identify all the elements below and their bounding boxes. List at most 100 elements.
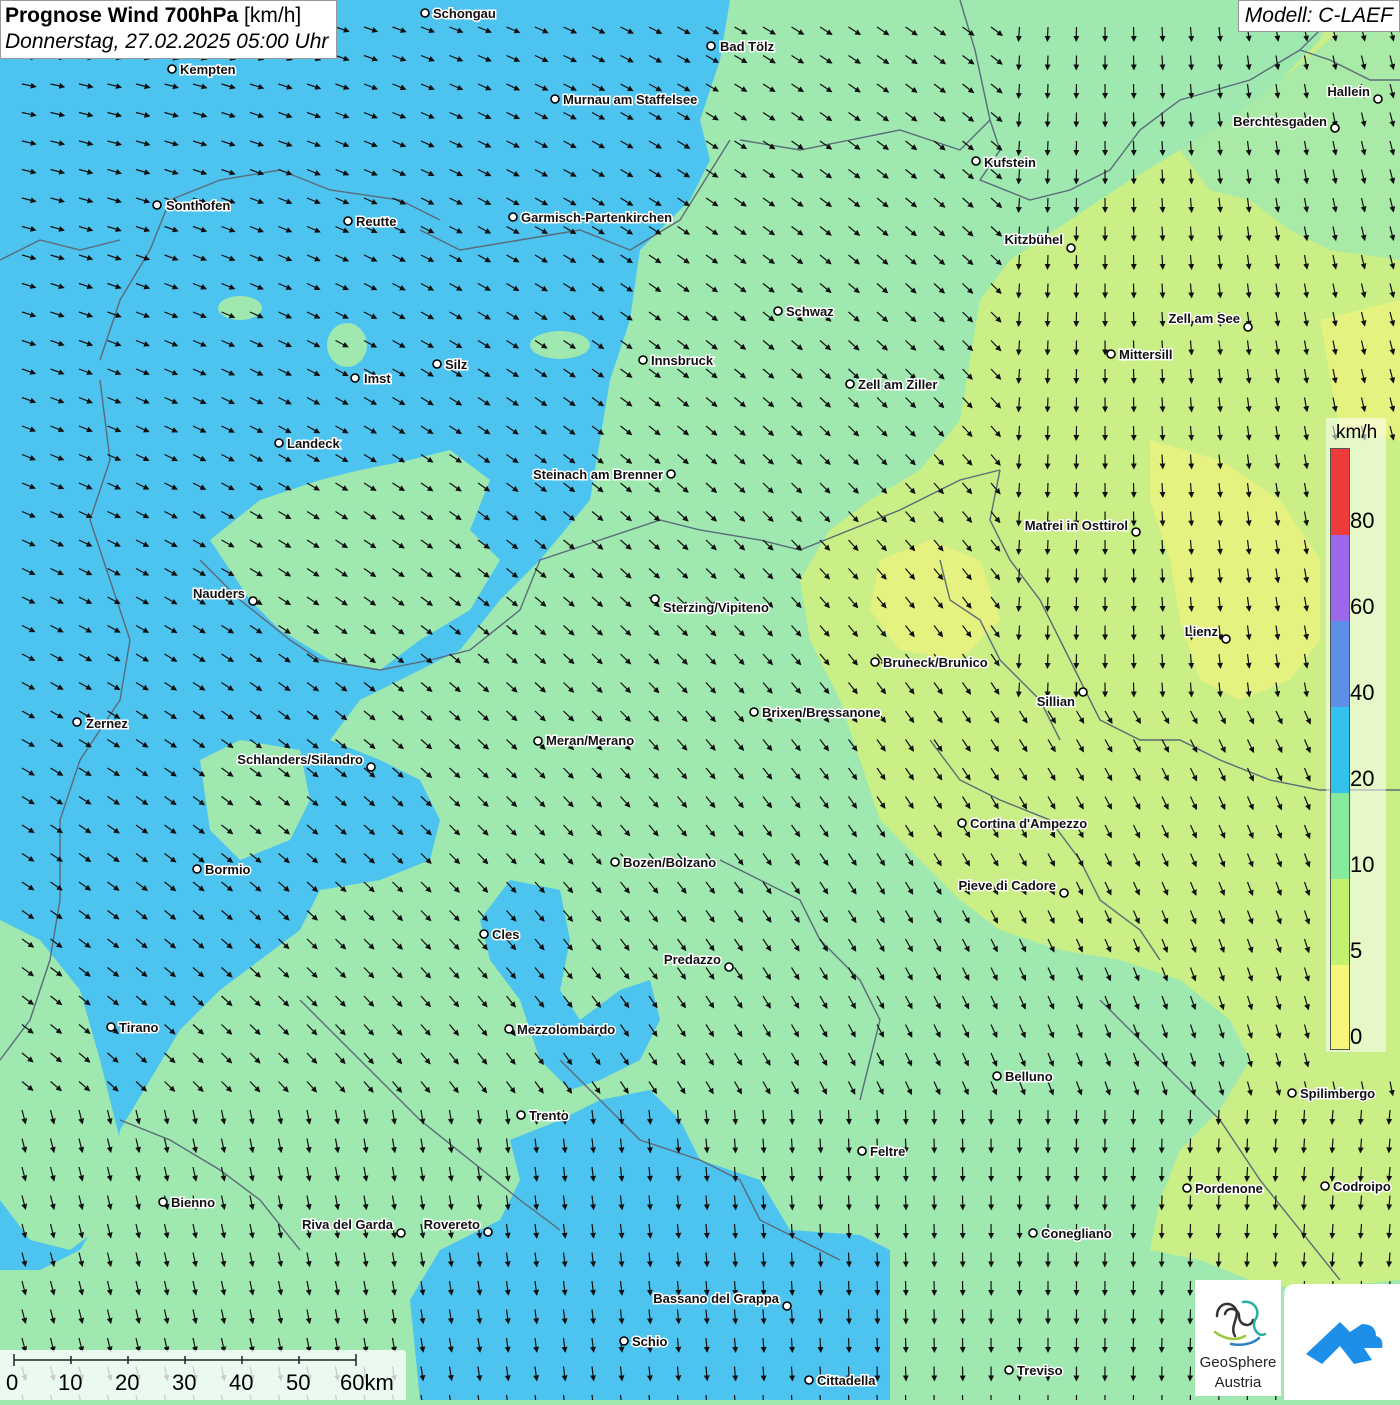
- geosphere-name: GeoSphere: [1195, 1354, 1281, 1371]
- city-label: Schwaz: [786, 304, 834, 319]
- city-marker: [168, 65, 176, 73]
- wind-arrow: [1047, 56, 1048, 70]
- wind-arrow: [820, 1167, 821, 1181]
- wind-arrow: [906, 1110, 907, 1124]
- city-marker: [993, 1072, 1001, 1080]
- city-marker: [1244, 323, 1252, 331]
- city-label: Predazzo: [664, 952, 721, 967]
- city-label: Steinach am Brenner: [533, 467, 663, 482]
- wind-arrow: [1047, 312, 1048, 326]
- wind-arrow: [849, 1110, 850, 1124]
- city-label: Matrei in Osttirol: [1025, 518, 1128, 533]
- city-label: Bad Tölz: [720, 39, 775, 54]
- wind-arrow: [1247, 1110, 1248, 1124]
- wind-arrow: [1275, 1139, 1276, 1153]
- wind-arrow: [1162, 398, 1163, 412]
- city-marker: [1107, 350, 1115, 358]
- wind-arrow: [849, 1196, 850, 1210]
- city-label: Imst: [364, 371, 391, 386]
- wind-arrow: [1162, 141, 1163, 155]
- wind-arrow: [1047, 540, 1048, 554]
- wind-arrow: [1162, 455, 1163, 469]
- city-label: Trento: [529, 1108, 569, 1123]
- city-marker: [707, 42, 715, 50]
- wind-arrow: [1047, 198, 1048, 212]
- city-marker: [1374, 95, 1382, 103]
- city-label: Kitzbühel: [1005, 232, 1064, 247]
- wind-arrow: [849, 1139, 850, 1153]
- city-marker: [367, 763, 375, 771]
- city-marker: [480, 930, 488, 938]
- mountain-cloud-icon: [1284, 1284, 1400, 1400]
- wind-arrow: [1275, 1224, 1276, 1238]
- city-marker: [1060, 889, 1068, 897]
- wind-arrow: [906, 1338, 907, 1352]
- city-marker: [1132, 528, 1140, 536]
- wind-field-green-island: [218, 296, 262, 320]
- wind-arrow: [1162, 369, 1163, 383]
- city-marker: [351, 374, 359, 382]
- wind-arrow: [820, 1338, 821, 1352]
- wind-arrow: [1218, 1110, 1219, 1124]
- weather-app-logo: [1284, 1284, 1400, 1400]
- wind-field-green-island: [530, 331, 590, 359]
- city-marker: [433, 360, 441, 368]
- city-label: Murnau am Staffelsee: [563, 92, 697, 107]
- city-label: Sonthofen: [166, 198, 230, 213]
- city-label: Silz: [445, 357, 468, 372]
- city-marker: [639, 356, 647, 364]
- city-marker: [805, 1376, 813, 1384]
- wind-arrow: [1275, 1196, 1276, 1210]
- wind-arrow: [1162, 683, 1163, 697]
- city-marker: [725, 963, 733, 971]
- wind-field-green-island: [327, 323, 367, 367]
- city-marker: [159, 1198, 167, 1206]
- city-marker: [1079, 688, 1087, 696]
- map-title-main: Prognose Wind 700hPa: [5, 4, 238, 27]
- city-marker: [193, 865, 201, 873]
- wind-arrow: [1162, 540, 1163, 554]
- city-label: Zell am Ziller: [858, 377, 937, 392]
- wind-arrow: [820, 1139, 821, 1153]
- city-marker: [275, 439, 283, 447]
- wind-arrow: [906, 1253, 907, 1267]
- city-marker: [505, 1025, 513, 1033]
- city-label: Schlanders/Silandro: [237, 752, 363, 767]
- legend-seg-20: [1331, 707, 1349, 793]
- city-label: Mittersill: [1119, 347, 1172, 362]
- wind-arrow: [1218, 1167, 1219, 1181]
- city-label: Bruneck/Brunico: [883, 655, 988, 670]
- city-marker: [972, 157, 980, 165]
- wind-arrow: [849, 1224, 850, 1238]
- city-marker: [344, 217, 352, 225]
- city-marker: [397, 1229, 405, 1237]
- wind-arrow: [1190, 1338, 1191, 1352]
- city-marker: [750, 708, 758, 716]
- map-title: Prognose Wind 700hPa [km/h]: [5, 4, 328, 28]
- wind-arrow: [1275, 1253, 1276, 1267]
- wind-arrow: [1162, 597, 1163, 611]
- wind-arrow: [1218, 1224, 1219, 1238]
- wind-arrow: [906, 1139, 907, 1153]
- wind-arrow: [820, 1310, 821, 1324]
- wind-arrow: [1162, 227, 1163, 241]
- city-marker: [667, 470, 675, 478]
- wind-arrow: [1047, 27, 1048, 41]
- wind-arrow: [820, 1281, 821, 1295]
- wind-arrow: [1190, 1310, 1191, 1324]
- wind-arrow: [906, 1281, 907, 1295]
- wind-arrow: [1247, 1224, 1248, 1238]
- city-label: Bormio: [205, 862, 251, 877]
- city-label: Codroipo: [1333, 1179, 1391, 1194]
- wind-arrow: [820, 1196, 821, 1210]
- wind-arrow: [906, 1395, 907, 1400]
- city-marker: [1222, 635, 1230, 643]
- title-box: Prognose Wind 700hPa [km/h] Donnerstag, …: [0, 0, 337, 59]
- city-label: Sterzing/Vipiteno: [663, 600, 769, 615]
- city-marker: [1288, 1089, 1296, 1097]
- scale-label: 0: [6, 1370, 18, 1396]
- city-label: Landeck: [287, 436, 341, 451]
- wind-map: SchongauBad TölzKemptenMurnau am Staffel…: [0, 0, 1400, 1400]
- legend-label: 40: [1350, 680, 1374, 706]
- legend-seg-10: [1331, 793, 1349, 879]
